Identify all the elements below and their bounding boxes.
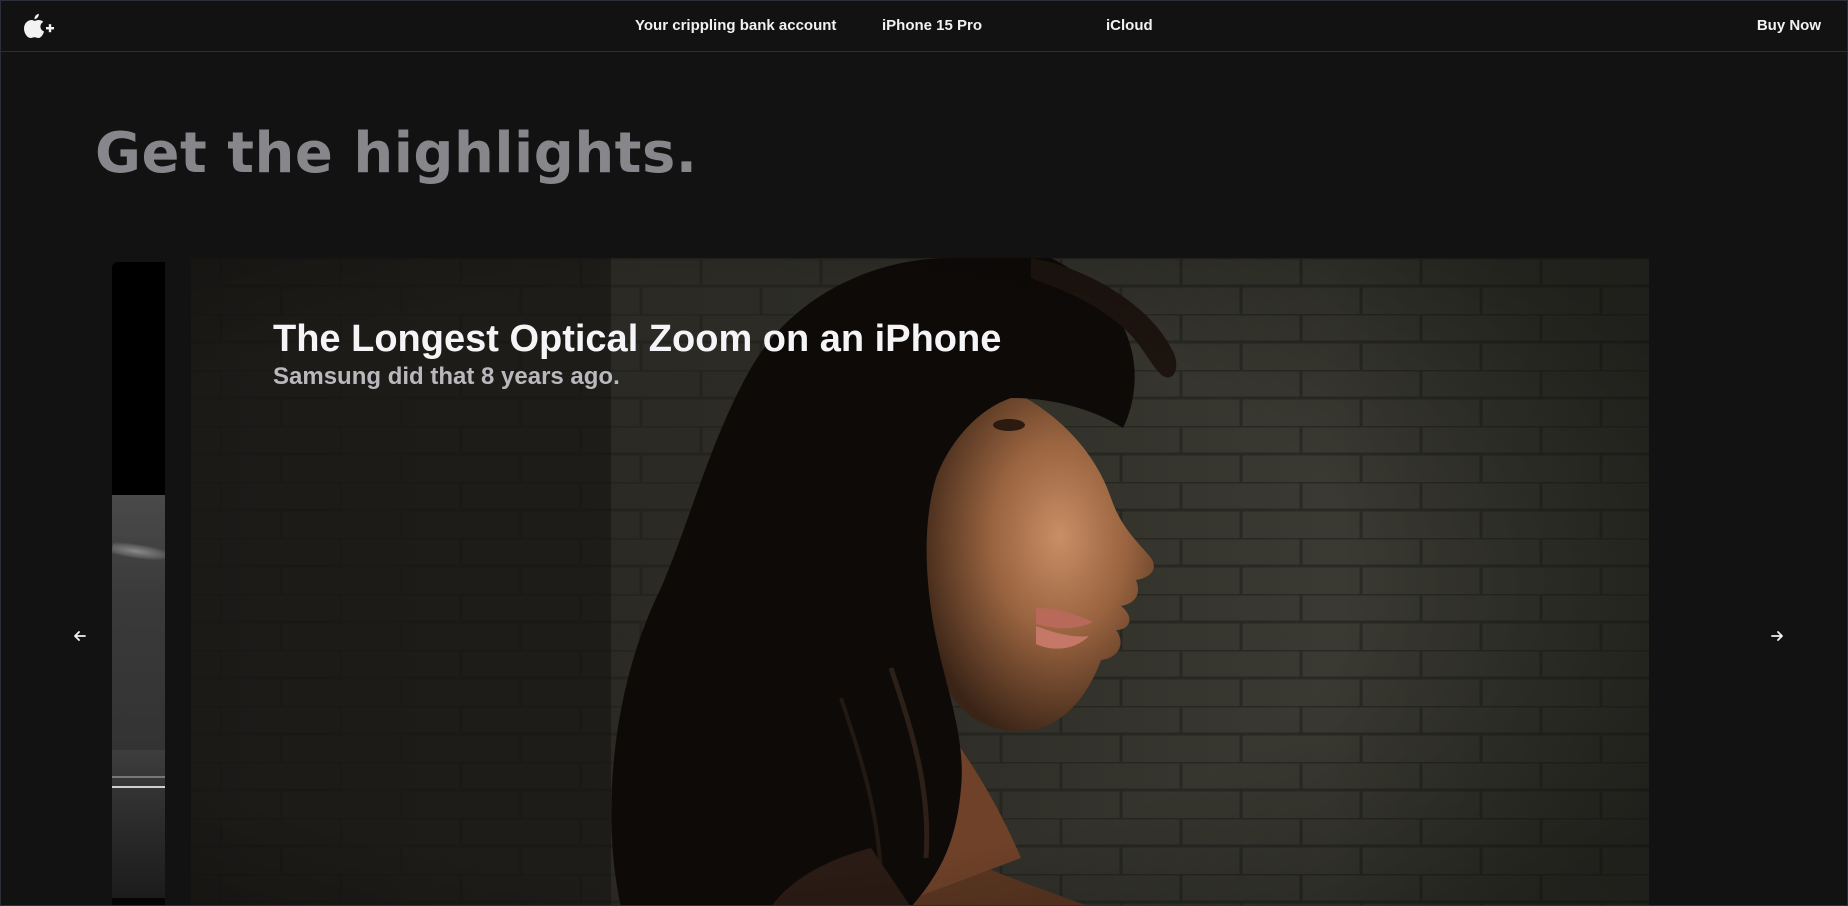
- slide-subtitle: Samsung did that 8 years ago.: [273, 363, 620, 390]
- nav-link-iphone-15-pro[interactable]: iPhone 15 Pro: [882, 17, 982, 34]
- arrow-right-icon[interactable]: [1766, 625, 1788, 647]
- previous-slide-dark-area: [112, 262, 165, 495]
- previous-slide-edge: [112, 898, 165, 905]
- nav-link-icloud[interactable]: iCloud: [1106, 17, 1153, 34]
- buy-now-link[interactable]: Buy Now: [1757, 17, 1821, 34]
- app-window: Your crippling bank account iPhone 15 Pr…: [0, 0, 1848, 906]
- slide-title: The Longest Optical Zoom on an iPhone: [273, 318, 1002, 360]
- active-slide-card[interactable]: The Longest Optical Zoom on an iPhone Sa…: [191, 258, 1649, 905]
- top-nav: Your crippling bank account iPhone 15 Pr…: [1, 1, 1847, 52]
- arrow-left-icon[interactable]: [69, 625, 91, 647]
- previous-slide-card[interactable]: [112, 262, 165, 905]
- nav-link-bank-account[interactable]: Your crippling bank account: [635, 17, 836, 34]
- previous-slide-image: [112, 495, 165, 750]
- previous-slide-lower: [112, 750, 165, 905]
- previous-slide-line: [112, 786, 165, 788]
- highlights-heading: Get the highlights.: [95, 121, 698, 186]
- apple-plus-logo-icon[interactable]: [19, 11, 55, 39]
- previous-slide-line: [112, 776, 165, 778]
